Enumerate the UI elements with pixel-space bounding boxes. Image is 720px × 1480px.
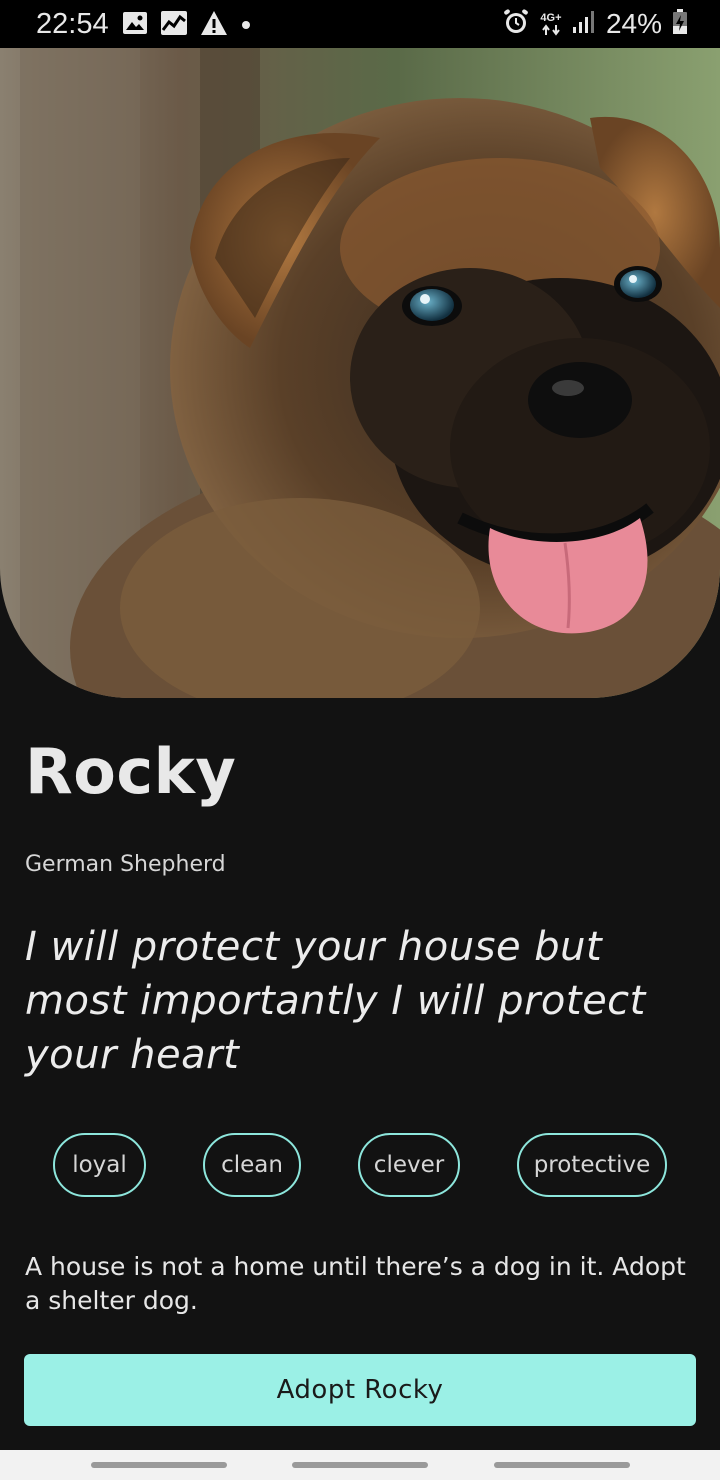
nav-home-gesture[interactable] — [292, 1462, 428, 1468]
trait-chip-protective[interactable]: protective — [517, 1133, 667, 1197]
network-arrows-icon: 4G+ — [540, 11, 562, 36]
trait-chip-clever[interactable]: clever — [358, 1133, 460, 1197]
status-time: 22:54 — [36, 8, 109, 40]
signal-icon — [572, 10, 596, 38]
navigation-bar — [0, 1450, 720, 1480]
puppy-image — [0, 48, 720, 698]
hero-photo — [0, 48, 720, 698]
nav-recents-gesture[interactable] — [494, 1462, 630, 1468]
adopt-button[interactable]: Adopt Rocky — [24, 1354, 696, 1426]
battery-percent: 24% — [605, 8, 662, 39]
nav-back-gesture[interactable] — [91, 1462, 227, 1468]
alarm-icon — [502, 8, 530, 40]
trait-chip-clean[interactable]: clean — [203, 1133, 301, 1197]
network-type: 4G+ — [540, 11, 562, 24]
trait-chips: loyal clean clever protective — [0, 1133, 720, 1197]
chart-icon — [160, 10, 188, 40]
battery-charging-icon — [672, 9, 688, 39]
adoption-quote: A house is not a home until there’s a do… — [25, 1252, 686, 1315]
notification-icons — [122, 10, 252, 40]
image-icon — [122, 11, 148, 39]
pet-breed: German Shepherd — [25, 852, 226, 877]
pet-name: Rocky — [25, 735, 237, 808]
status-right: 4G+ 24% — [502, 8, 688, 40]
trait-chip-loyal[interactable]: loyal — [53, 1133, 146, 1197]
warning-icon — [200, 10, 228, 40]
pet-tagline: I will protect your house but most impor… — [25, 924, 646, 1078]
dot-icon — [240, 16, 252, 35]
status-bar: 22:54 4G+ 24% — [0, 0, 720, 48]
